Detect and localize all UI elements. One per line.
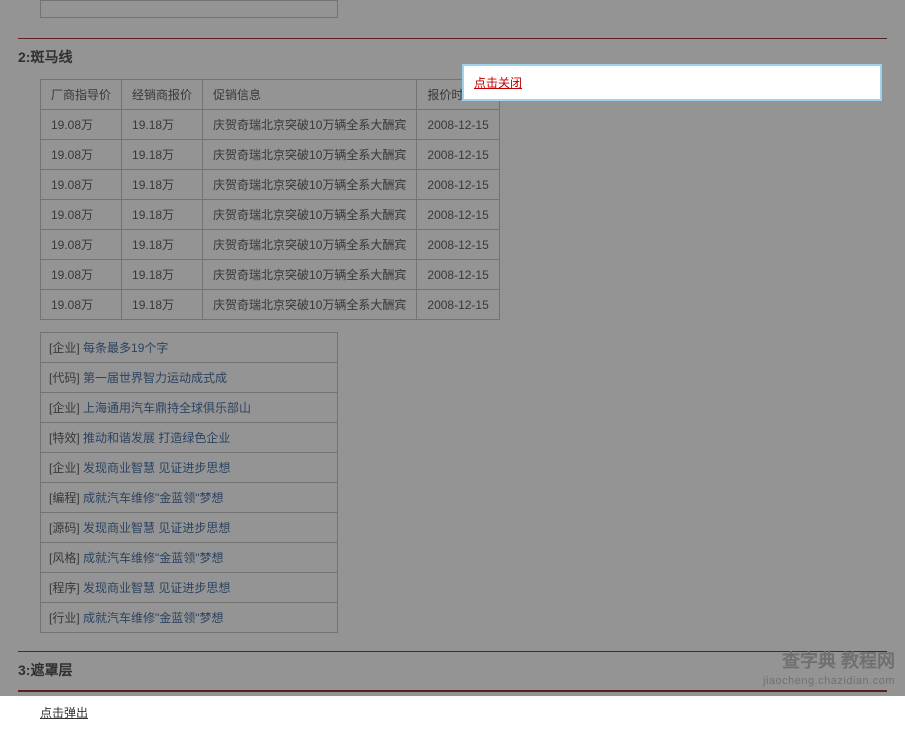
modal-overlay[interactable] bbox=[0, 0, 905, 696]
dialog-box: 点击关闭 bbox=[462, 64, 882, 101]
close-link[interactable]: 点击关闭 bbox=[474, 76, 522, 90]
popout-link[interactable]: 点击弹出 bbox=[40, 704, 88, 721]
